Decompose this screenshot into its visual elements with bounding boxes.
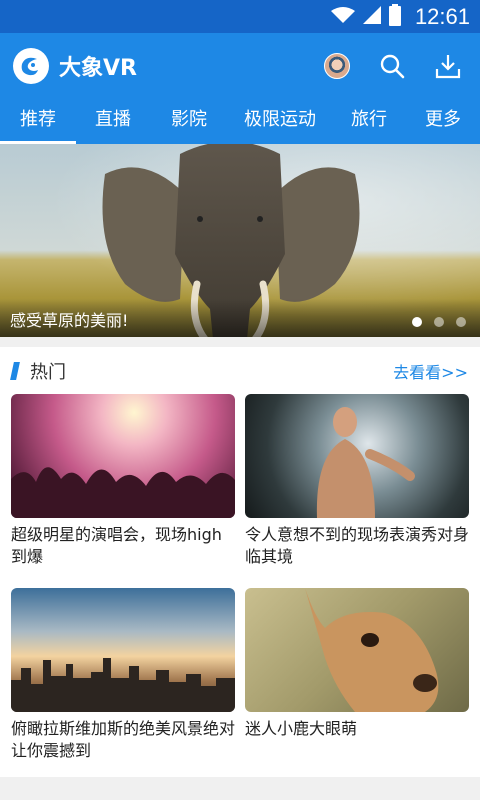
status-time: 12:61	[414, 3, 470, 29]
carousel-indicator	[412, 317, 466, 327]
see-more-link[interactable]: 去看看>>	[393, 359, 468, 383]
tab-live[interactable]: 直播	[76, 98, 150, 144]
app-logo-icon	[13, 47, 49, 84]
signal-icon	[362, 5, 381, 28]
card-title: 令人意想不到的现场表演秀对身临其境	[245, 525, 470, 566]
tab-cinema[interactable]: 影院	[150, 98, 228, 144]
tab-travel[interactable]: 旅行	[332, 98, 406, 144]
carousel-dot[interactable]	[456, 317, 466, 327]
section-marker-icon	[10, 362, 20, 380]
battery-icon	[388, 3, 401, 30]
card-title: 俯瞰拉斯维加斯的绝美风景绝对让你震撼到	[11, 719, 236, 760]
download-icon[interactable]	[434, 52, 462, 80]
city-skyline-image	[11, 588, 235, 712]
tab-recommend[interactable]: 推荐	[0, 98, 76, 144]
wifi-icon	[330, 6, 355, 28]
bottom-strip	[0, 777, 480, 800]
category-tabs: 推荐 直播 影院 极限运动 旅行 更多	[0, 98, 480, 144]
hot-section: 热门 去看看>> 超级明星的演唱会，现场high到爆 令人意想不到的现场表演秀对…	[0, 347, 480, 777]
search-icon[interactable]	[378, 52, 406, 80]
app-bar: 大象VR	[0, 33, 480, 98]
status-bar: 12:61	[0, 0, 480, 33]
deer-image	[245, 588, 469, 712]
tab-more[interactable]: 更多	[406, 98, 480, 144]
card-title: 超级明星的演唱会，现场high到爆	[11, 525, 222, 566]
carousel-dot[interactable]	[412, 317, 422, 327]
performer-image	[245, 394, 469, 518]
carousel-dot[interactable]	[434, 317, 444, 327]
concert-image	[11, 394, 235, 518]
card-title: 迷人小鹿大眼萌	[245, 719, 358, 738]
video-card[interactable]: 超级明星的演唱会，现场high到爆	[11, 394, 235, 568]
video-card[interactable]: 俯瞰拉斯维加斯的绝美风景绝对让你震撼到	[11, 588, 235, 762]
tab-extreme-sports[interactable]: 极限运动	[228, 98, 332, 144]
avatar[interactable]	[324, 52, 350, 79]
video-card[interactable]: 迷人小鹿大眼萌	[245, 588, 469, 740]
video-card[interactable]: 令人意想不到的现场表演秀对身临其境	[245, 394, 469, 568]
banner-carousel[interactable]: 感受草原的美丽!	[0, 144, 480, 337]
banner-caption: 感受草原的美丽!	[10, 311, 129, 330]
section-title: 热门	[30, 362, 66, 383]
app-title: 大象VR	[59, 55, 137, 81]
section-header: 热门 去看看>>	[0, 347, 480, 395]
